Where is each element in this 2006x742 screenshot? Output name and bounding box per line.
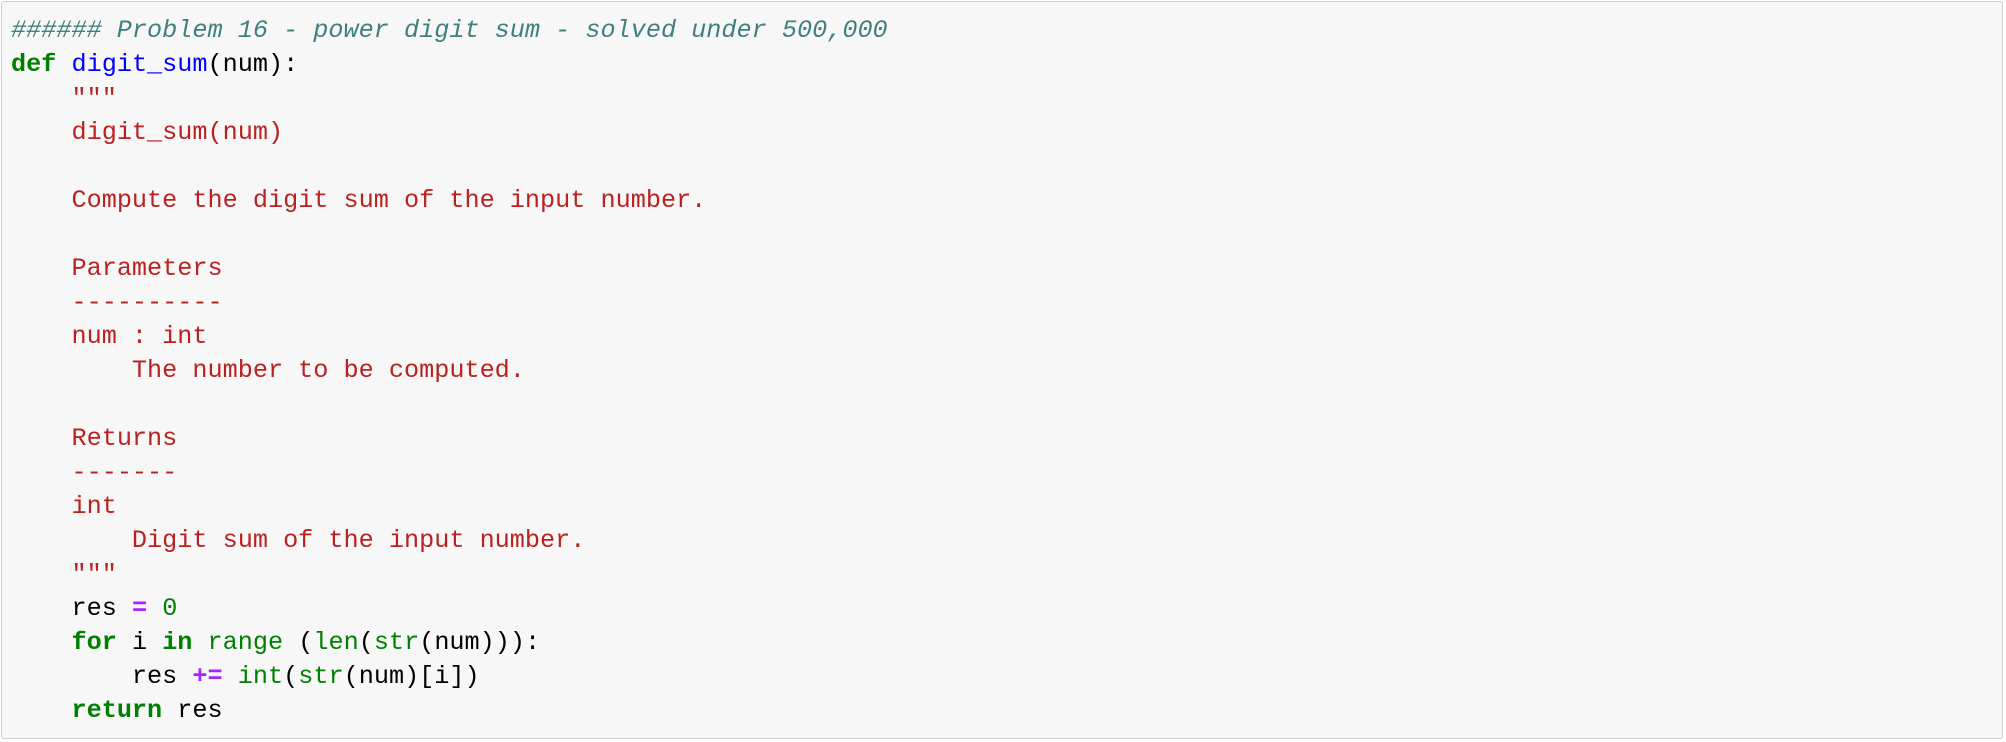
code-line-6: Compute the digit sum of the input numbe… [11, 184, 888, 218]
return-value: res [162, 696, 223, 725]
code-line-16: Digit sum of the input number. [11, 524, 888, 558]
docstring-parameters-underline: ---------- [71, 288, 223, 317]
code-line-11: The number to be computed. [11, 354, 888, 388]
code-line-10: num : int [11, 320, 888, 354]
keyword-for: for [71, 628, 117, 657]
code-line-3: """ [11, 82, 888, 116]
docstring-returns-heading: Returns [71, 424, 178, 453]
code-line-9: ---------- [11, 286, 888, 320]
code-line-19: for i in range (len(str(num))): [71, 628, 541, 657]
loop-args: (num))): [419, 628, 541, 657]
builtin-len: len [313, 628, 359, 657]
docstring-signature: digit_sum(num) [71, 118, 284, 147]
signature-params: (num): [207, 50, 299, 79]
code-line-14: ------- [11, 456, 888, 490]
code-line-20: res += int(str(num)[i]) [131, 662, 480, 691]
builtin-int: int [237, 662, 284, 691]
variable-res: res [71, 594, 117, 623]
comment-token: ###### Problem 16 - power digit sum - so… [11, 16, 888, 45]
docstring-returns-underline: ------- [71, 458, 178, 487]
index-expression: (num)[i]) [343, 662, 480, 691]
loop-variable: i [116, 628, 163, 657]
code-block[interactable]: ###### Problem 16 - power digit sum - so… [11, 14, 888, 728]
keyword-def: def [11, 50, 57, 79]
code-line-15: int [11, 490, 888, 524]
docstring-param-desc: The number to be computed. [131, 356, 525, 385]
number-literal: 0 [162, 594, 178, 623]
code-line-13: Returns [11, 422, 888, 456]
docstring-return-type: int [71, 492, 117, 521]
augmented-assign-operator: += [192, 662, 223, 691]
code-line-21: return res [11, 694, 888, 728]
docstring-summary: Compute the digit sum of the input numbe… [71, 186, 707, 215]
docstring-return-desc: Digit sum of the input number. [131, 526, 586, 555]
keyword-return: return [71, 696, 163, 725]
docstring-open-quotes: """ [71, 84, 117, 113]
assign-operator: = [131, 594, 148, 623]
code-line-4: digit_sum(num) [11, 116, 888, 150]
function-name: digit_sum [71, 50, 208, 79]
docstring-param-num: num : int [71, 322, 208, 351]
builtin-str: str [298, 662, 344, 691]
docstring-close-quotes: """ [71, 560, 117, 589]
code-cell[interactable]: ###### Problem 16 - power digit sum - so… [1, 1, 2003, 739]
builtin-range: range [207, 628, 284, 657]
keyword-in: in [162, 628, 193, 657]
code-line-1: ###### Problem 16 - power digit sum - so… [11, 14, 888, 48]
docstring-parameters-heading: Parameters [71, 254, 223, 283]
code-line-8: Parameters [11, 252, 888, 286]
variable-res: res [131, 662, 178, 691]
code-line-2: def digit_sum(num): [11, 48, 888, 82]
code-line-17: """ [11, 558, 888, 592]
code-line-18: res = 0 [11, 592, 888, 626]
builtin-str: str [373, 628, 420, 657]
